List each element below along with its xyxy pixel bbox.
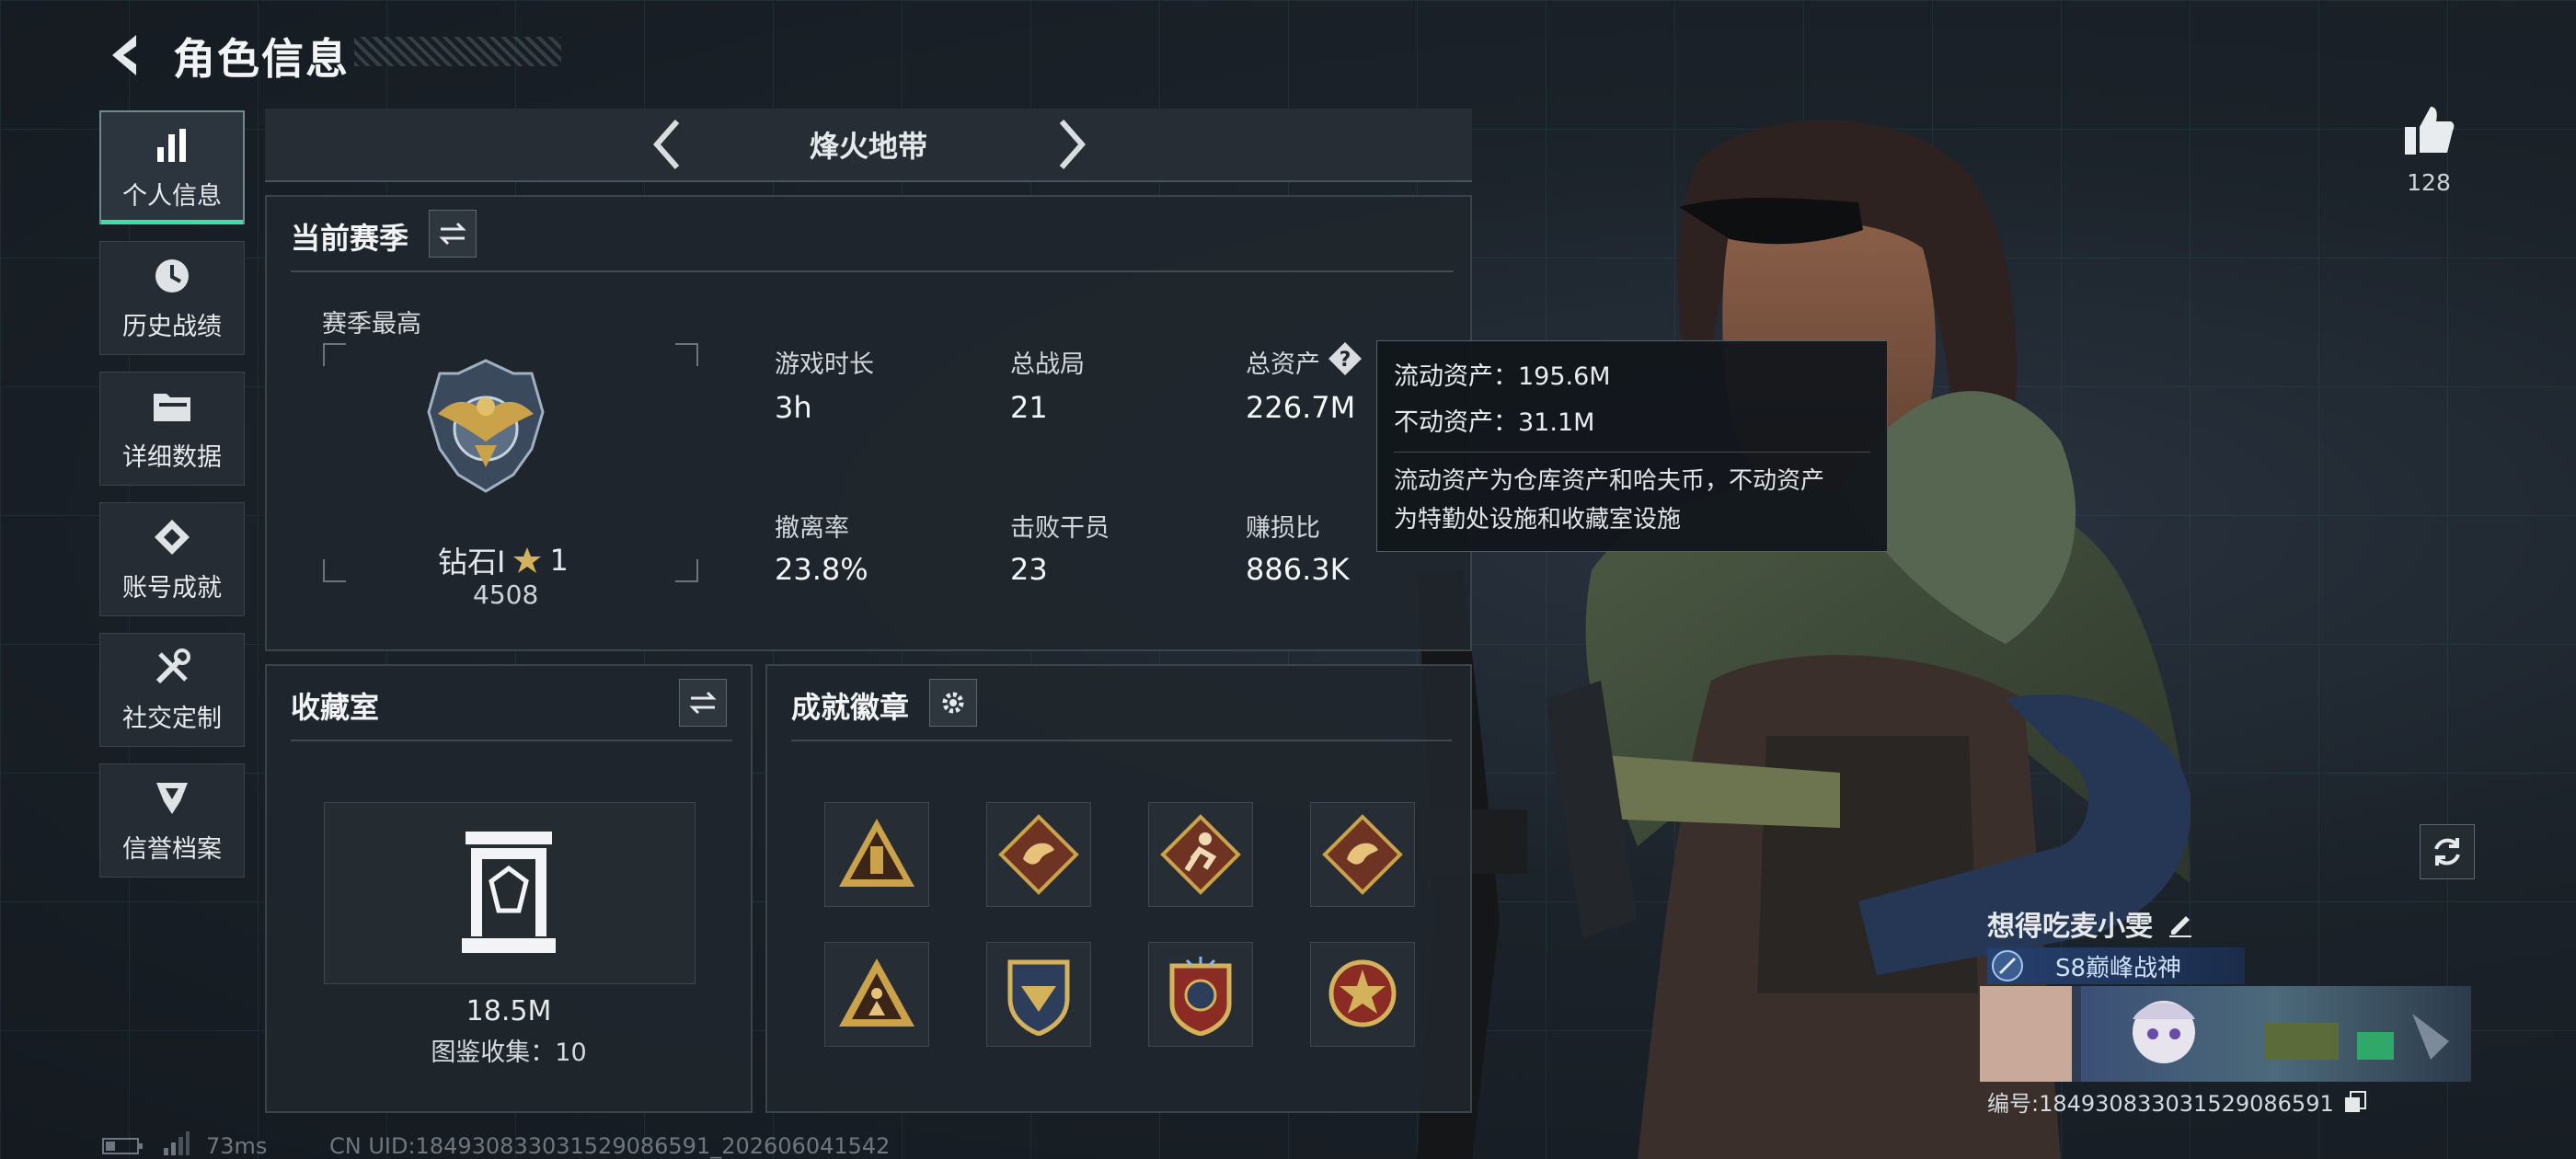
- stat-label: 总资产: [1246, 350, 1320, 379]
- battery-icon: [102, 1138, 143, 1154]
- rank-stars: 1: [549, 543, 569, 578]
- tools-icon: [151, 647, 193, 689]
- tooltip-desc-line-1: 流动资产为仓库资产和哈夫币，不动资产: [1394, 467, 1825, 495]
- ping-text: 73ms: [206, 1133, 268, 1159]
- refresh-button[interactable]: [2420, 824, 2475, 879]
- back-button[interactable]: [99, 28, 155, 83]
- display-case-icon: [462, 832, 556, 953]
- title-badge-label: S8巅峰战神: [2055, 954, 2182, 982]
- stat-label: 赚损比: [1246, 514, 1320, 543]
- stat-label: 撤离率: [775, 514, 849, 543]
- achievement-icon: [151, 516, 193, 558]
- stat-value: 21: [1010, 390, 1048, 425]
- badge-supply[interactable]: [824, 802, 929, 907]
- sidebar-item-label: 历史战绩: [122, 312, 222, 341]
- collection-catalog: 图鉴收集：10: [431, 1039, 587, 1067]
- season-best-label: 赛季最高: [322, 310, 421, 339]
- player-id-row: 编号:18493083303152908659​1: [1987, 1085, 2367, 1118]
- collection-divider: [291, 740, 732, 741]
- season-switch-button[interactable]: [429, 210, 477, 258]
- star-icon: [513, 547, 542, 573]
- sidebar-item-social-custom[interactable]: 社交定制: [99, 633, 245, 747]
- signal-icon: [164, 1131, 190, 1155]
- player-name: 想得吃麦小雯: [1987, 911, 2153, 943]
- mode-prev-button[interactable]: [637, 112, 701, 177]
- sidebar-item-achievements[interactable]: 账号成就: [99, 502, 245, 616]
- tooltip-liquid-assets: 流动资产：195.6M: [1394, 362, 1611, 391]
- uid-text: CN UID:18493083303152908659​1_2026060415…: [329, 1133, 891, 1159]
- player-id: 编号:18493083303152908659​1: [1987, 1091, 2334, 1117]
- player-avatar: [1980, 986, 2072, 1082]
- edit-name-button[interactable]: [2166, 909, 2195, 938]
- collection-value: 18.5M: [466, 995, 552, 1027]
- badge-dragon[interactable]: [986, 802, 1091, 907]
- swap-icon: [439, 222, 466, 246]
- chibi-character-icon: [2133, 1001, 2195, 1063]
- stat-value: 226.7M: [1246, 390, 1356, 425]
- copy-button[interactable]: [2343, 1090, 2367, 1114]
- folder-icon: [151, 385, 193, 428]
- like-button[interactable]: [2401, 103, 2456, 158]
- bar-chart-icon: [151, 124, 193, 166]
- clock-icon: [151, 255, 193, 297]
- badge-medal[interactable]: [1310, 942, 1415, 1047]
- season-title: 当前赛季: [291, 221, 409, 256]
- tooltip-divider: [1394, 452, 1870, 453]
- collection-title: 收藏室: [291, 690, 380, 725]
- refresh-icon: [2434, 838, 2460, 866]
- tooltip-desc-line-2: 为特勤处设施和收藏室设施: [1394, 506, 1682, 534]
- sidebar-item-label: 社交定制: [122, 704, 222, 733]
- asset-tooltip: 流动资产：195.6M 不动资产：31.1M 流动资产为仓库资产和哈夫币，不动资…: [1376, 340, 1888, 552]
- badges-divider: [791, 740, 1452, 741]
- tooltip-fixed-assets: 不动资产：31.1M: [1394, 408, 1595, 437]
- profile-banner[interactable]: [1980, 986, 2471, 1082]
- sidebar-item-label: 账号成就: [122, 573, 222, 602]
- gear-icon: [942, 692, 964, 714]
- badge-runner[interactable]: [1148, 802, 1253, 907]
- stat-value: 23: [1010, 552, 1048, 587]
- swap-icon: [689, 691, 717, 715]
- question-icon: ?: [1328, 342, 1362, 375]
- stat-value: 3h: [775, 390, 812, 425]
- sidebar-item-label: 详细数据: [122, 442, 222, 472]
- season-divider: [291, 270, 1454, 272]
- sidebar-item-label: 信誉档案: [122, 834, 222, 864]
- badge-star[interactable]: [1148, 942, 1253, 1047]
- title-decoration: [354, 37, 561, 66]
- mode-title: 烽火地带: [809, 129, 927, 164]
- svg-text:?: ?: [1340, 349, 1351, 372]
- stat-label: 游戏时长: [775, 350, 874, 379]
- page-title: 角色信息: [173, 34, 350, 84]
- stat-value: 23.8%: [775, 552, 868, 587]
- collection-switch-button[interactable]: [679, 679, 727, 727]
- shield-icon: [151, 777, 193, 820]
- sidebar-item-detailed-data[interactable]: 详细数据: [99, 372, 245, 486]
- badges-title: 成就徽章: [791, 690, 910, 725]
- rank-name-row: 钻石I 1: [438, 539, 569, 581]
- profile-name-row: 想得吃麦小雯: [1987, 903, 2195, 944]
- stat-value: 886.3K: [1246, 552, 1350, 587]
- like-count: 128: [2407, 169, 2451, 196]
- rank-emblem-icon: [427, 359, 545, 493]
- sidebar-item-history[interactable]: 历史战绩: [99, 241, 245, 355]
- sidebar-item-label: 个人信息: [122, 181, 222, 211]
- badge-soldier[interactable]: [824, 942, 929, 1047]
- title-badge: S8巅峰战神: [1987, 947, 2245, 984]
- banner-gear-icon: [2265, 1014, 2449, 1060]
- mode-next-button[interactable]: [1038, 112, 1102, 177]
- stat-label: 击败干员: [1010, 514, 1110, 543]
- badge-emblem[interactable]: [986, 942, 1091, 1047]
- badges-settings-button[interactable]: [929, 679, 977, 727]
- rank-score: 4508: [473, 580, 539, 610]
- asset-help-button[interactable]: ?: [1327, 340, 1363, 377]
- sidebar-item-personal-info[interactable]: 个人信息: [99, 110, 245, 224]
- stat-label: 总战局: [1010, 350, 1085, 379]
- badge-dragon-2[interactable]: [1310, 802, 1415, 907]
- rank-name: 钻石I: [438, 545, 506, 580]
- title-badge-icon: [1992, 950, 2023, 981]
- sidebar-item-reputation[interactable]: 信誉档案: [99, 763, 245, 878]
